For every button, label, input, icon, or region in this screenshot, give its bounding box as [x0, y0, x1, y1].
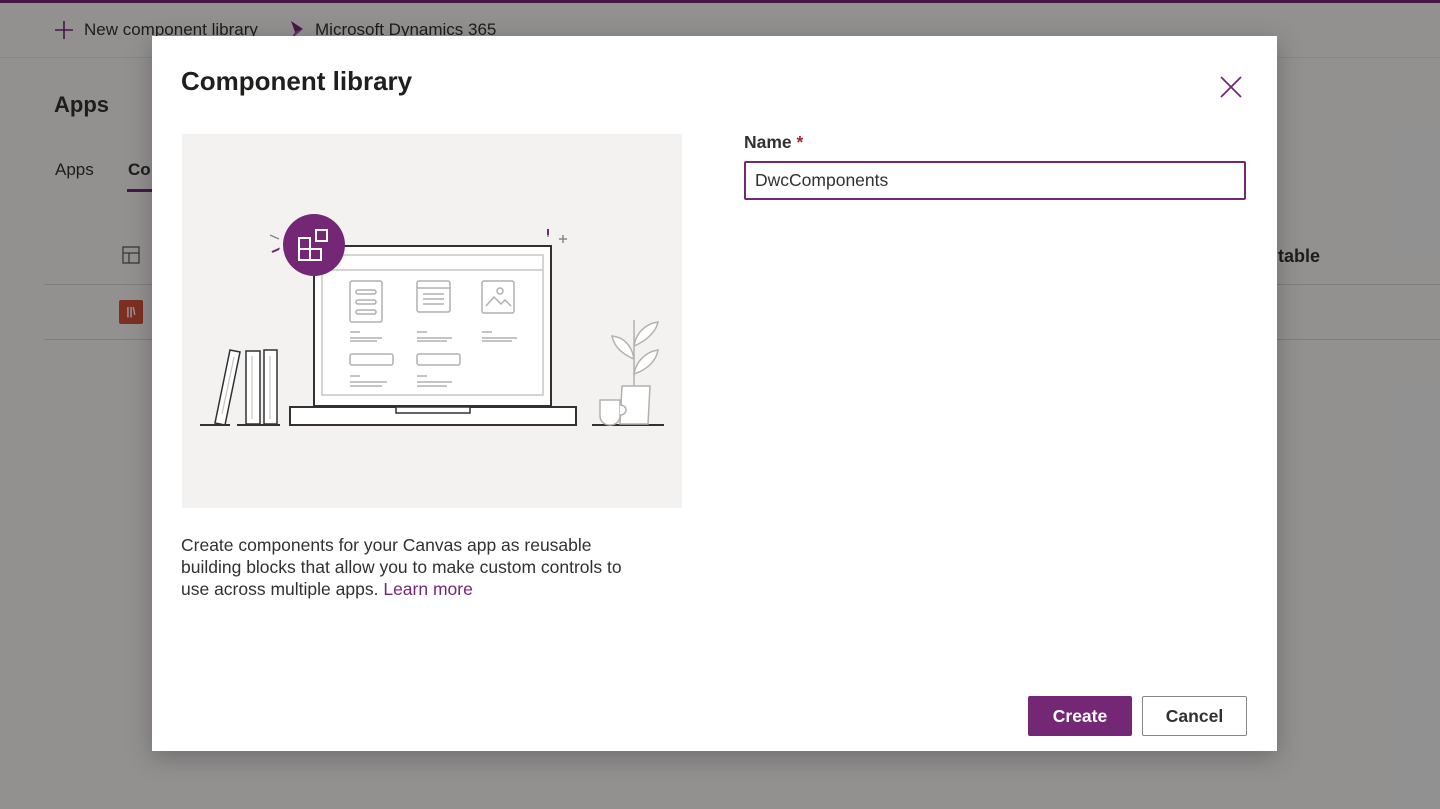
create-button[interactable]: Create — [1028, 696, 1132, 736]
close-button[interactable] — [1216, 72, 1246, 102]
name-input[interactable] — [744, 161, 1246, 200]
learn-more-link[interactable]: Learn more — [383, 579, 473, 599]
close-icon — [1220, 76, 1242, 98]
name-field-label: Name * — [744, 132, 803, 153]
dialog-description: Create components for your Canvas app as… — [181, 534, 631, 600]
required-indicator: * — [796, 132, 804, 152]
dialog-title: Component library — [181, 66, 413, 96]
name-label-text: Name — [744, 132, 792, 152]
component-library-dialog: Component library Create components for … — [152, 36, 1277, 751]
cancel-button[interactable]: Cancel — [1142, 696, 1247, 736]
laptop-illustration — [182, 134, 682, 508]
